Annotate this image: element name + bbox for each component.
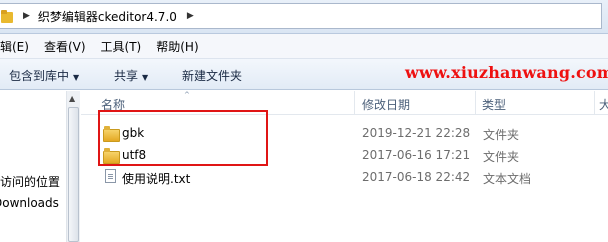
address-bar: ▶ 织梦编辑器ckeditor4.7.0 ▶ [0,0,608,34]
scrollbar-thumb[interactable] [68,107,79,242]
breadcrumb-current-folder[interactable]: 织梦编辑器ckeditor4.7.0 [38,8,177,25]
folder-icon [103,148,120,164]
file-row[interactable]: gbk 2019-12-21 22:28 文件夹 [81,123,608,144]
text-file-icon [105,169,116,183]
menu-help[interactable]: 帮助(H) [156,38,198,55]
address-input[interactable]: ▶ 织梦编辑器ckeditor4.7.0 ▶ [0,3,602,29]
breadcrumb-separator[interactable]: ▶ [23,11,30,21]
nav-item-downloads[interactable]: Downloads [0,196,59,210]
new-folder-button[interactable]: 新建文件夹 [182,67,242,84]
watermark-text: www.xiuzhanwang.com [405,63,608,82]
file-row[interactable]: utf8 2017-06-16 17:21 文件夹 [81,145,608,166]
nav-scrollbar[interactable]: ▲ [66,91,80,242]
column-divider[interactable] [594,91,595,115]
column-name[interactable]: 名称 [101,96,125,113]
sort-ascending-icon: ^ [184,91,190,99]
file-date: 2019-12-21 22:28 [362,126,471,140]
menu-bar: 编辑(E) 查看(V) 工具(T) 帮助(H) [0,34,608,59]
column-divider[interactable] [475,91,476,115]
file-type: 文本文档 [483,172,532,186]
include-in-library-label: 包含到库中 [9,69,70,83]
chevron-down-icon: ▼ [142,73,149,82]
scroll-up-icon[interactable]: ▲ [69,94,75,103]
menu-edit[interactable]: 编辑(E) [0,38,29,55]
column-date-modified[interactable]: 修改日期 [362,96,410,113]
navigation-pane: 访问的位置 Downloads [0,91,66,242]
file-date: 2017-06-18 22:42 [362,170,471,184]
file-name: gbk [122,126,145,140]
column-size[interactable]: 大 [599,96,608,113]
file-list: ^ 名称 修改日期 类型 大 gbk 2019-12-21 22:28 文件夹 … [81,91,608,242]
folder-icon [103,126,120,142]
column-divider[interactable] [354,91,355,115]
include-in-library-button[interactable]: 包含到库中 ▼ [9,67,79,84]
file-type: 文件夹 [483,150,520,164]
file-row[interactable]: 使用说明.txt 2017-06-18 22:42 文本文档 [81,167,608,188]
folder-icon [1,9,13,23]
menu-view[interactable]: 查看(V) [44,38,86,55]
chevron-down-icon: ▼ [73,73,80,82]
breadcrumb-separator[interactable]: ▶ [187,11,194,21]
file-name: 使用说明.txt [122,172,191,186]
column-type[interactable]: 类型 [482,96,506,113]
share-label: 共享 [114,69,139,83]
file-name: utf8 [122,148,147,162]
file-date: 2017-06-16 17:21 [362,148,471,162]
share-button[interactable]: 共享 ▼ [114,67,148,84]
menu-tools[interactable]: 工具(T) [101,38,142,55]
file-type: 文件夹 [483,128,520,142]
column-header: ^ 名称 修改日期 类型 大 [81,91,608,115]
nav-item-recent-places[interactable]: 访问的位置 [0,173,60,190]
command-toolbar: 包含到库中 ▼ 共享 ▼ 新建文件夹 www.xiuzhanwang.com [0,59,608,90]
